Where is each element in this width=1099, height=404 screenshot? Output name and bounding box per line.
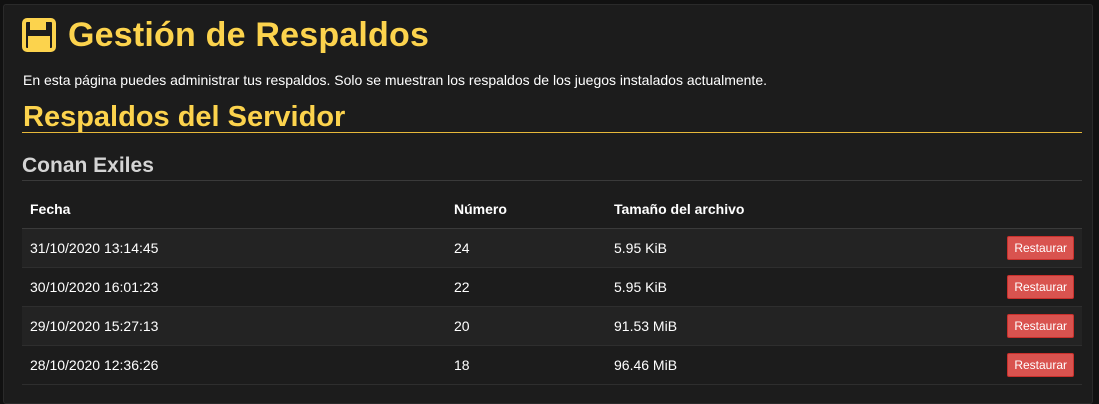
game-divider (22, 180, 1082, 181)
cell-numero: 18 (446, 345, 606, 385)
backups-table: Fecha Número Tamaño del archivo 31/10/20… (22, 190, 1082, 385)
cell-tamano: 96.46 MiB (606, 345, 906, 385)
cell-numero: 24 (446, 228, 606, 268)
table-row: 29/10/2020 15:27:13 20 91.53 MiB Restaur… (22, 306, 1082, 346)
column-header-numero: Número (446, 190, 606, 229)
table-row: 31/10/2020 13:14:45 24 5.95 KiB Restaura… (22, 228, 1082, 268)
column-header-fecha: Fecha (22, 190, 446, 229)
cell-tamano: 5.95 KiB (606, 267, 906, 307)
table-row: 28/10/2020 12:36:26 18 96.46 MiB Restaur… (22, 345, 1082, 385)
cell-fecha: 28/10/2020 12:36:26 (22, 345, 446, 385)
restore-button[interactable]: Restaurar (1007, 352, 1074, 377)
cell-action: Restaurar (906, 228, 1082, 268)
cell-fecha: 30/10/2020 16:01:23 (22, 267, 446, 307)
floppy-disk-icon (22, 18, 56, 52)
section-title: Respaldos del Servidor (23, 101, 346, 133)
column-header-action (906, 190, 1082, 229)
restore-button[interactable]: Restaurar (1007, 235, 1074, 260)
table-header-row: Fecha Número Tamaño del archivo (22, 190, 1082, 229)
column-header-tamano: Tamaño del archivo (606, 190, 906, 229)
cell-tamano: 5.95 KiB (606, 228, 906, 268)
restore-button[interactable]: Restaurar (1007, 313, 1074, 338)
cell-action: Restaurar (906, 345, 1082, 385)
cell-numero: 22 (446, 267, 606, 307)
cell-fecha: 29/10/2020 15:27:13 (22, 306, 446, 346)
page-title: Gestión de Respaldos (68, 16, 430, 54)
backup-management-panel: Gestión de Respaldos En esta página pued… (3, 4, 1093, 404)
section-divider (22, 132, 1082, 133)
cell-action: Restaurar (906, 306, 1082, 346)
restore-button[interactable]: Restaurar (1007, 274, 1074, 299)
cell-fecha: 31/10/2020 13:14:45 (22, 228, 446, 268)
page-header: Gestión de Respaldos (22, 15, 429, 55)
cell-action: Restaurar (906, 267, 1082, 307)
cell-numero: 20 (446, 306, 606, 346)
intro-text: En esta página puedes administrar tus re… (23, 72, 767, 88)
table-row: 30/10/2020 16:01:23 22 5.95 KiB Restaura… (22, 267, 1082, 307)
cell-tamano: 91.53 MiB (606, 306, 906, 346)
game-title: Conan Exiles (22, 154, 154, 177)
